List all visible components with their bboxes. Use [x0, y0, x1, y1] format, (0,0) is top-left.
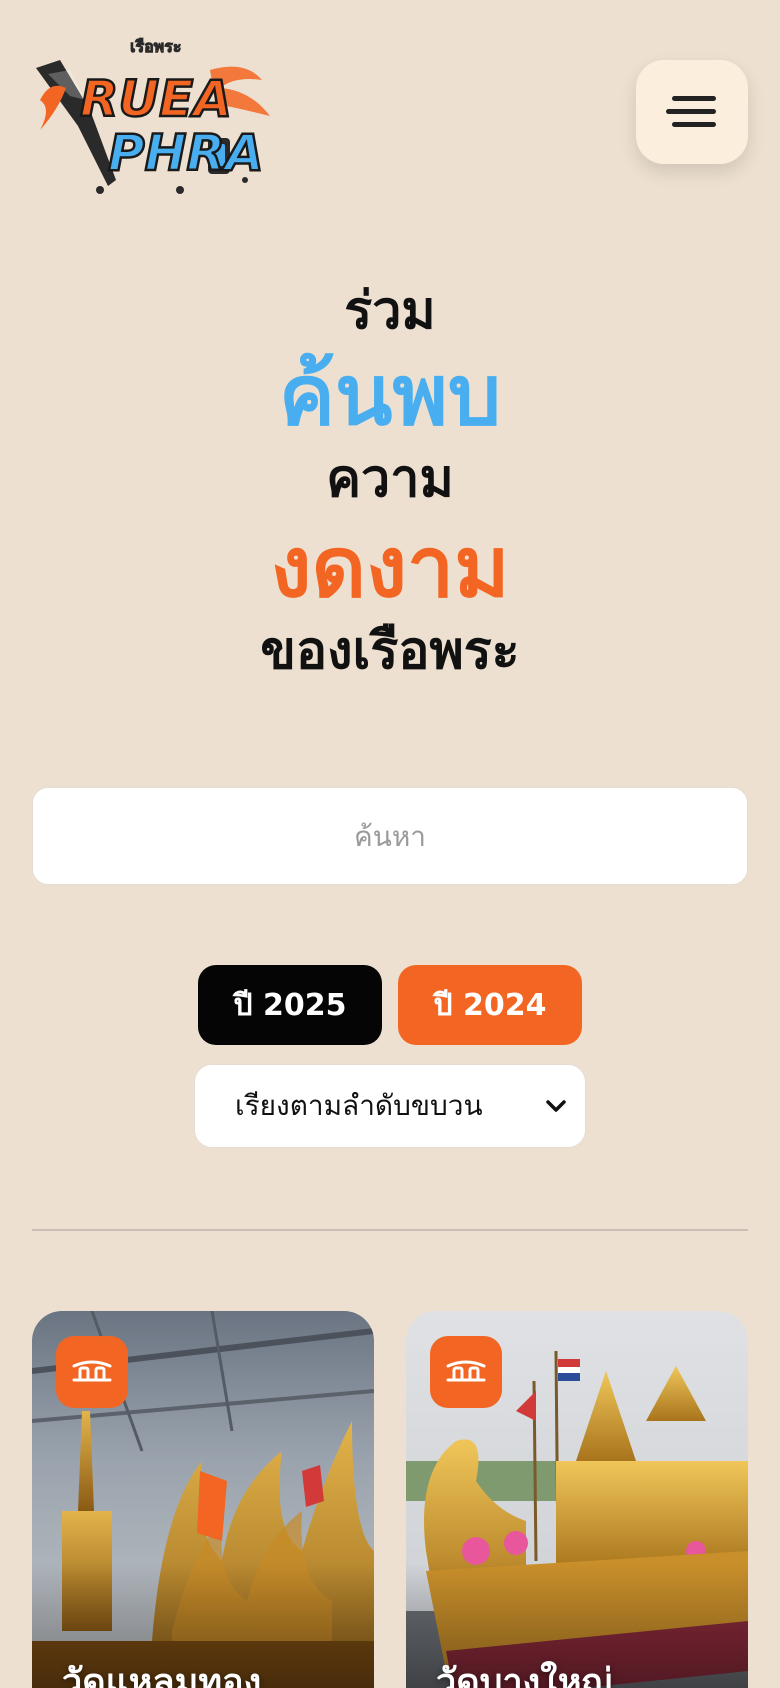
- menu-button[interactable]: [636, 60, 748, 164]
- divider: [32, 1229, 748, 1231]
- year-2024-button[interactable]: ปี 2024: [398, 965, 582, 1045]
- hero-line-3: ความ: [326, 449, 454, 509]
- boat-card[interactable]: วัดแหลมทอง: [32, 1311, 374, 1688]
- boat-badge: [430, 1336, 502, 1408]
- sort-selected-value: เรียงตามลำดับขบวน: [235, 1089, 483, 1122]
- logo-line2: PHRA: [108, 124, 264, 182]
- hero-line-2: ค้นพบ: [278, 346, 502, 444]
- boat-icon: [72, 1360, 112, 1382]
- sort-select[interactable]: เรียงตามลำดับขบวน: [194, 1064, 586, 1148]
- chevron-down-icon: [546, 1100, 566, 1112]
- card-title: วัดบางใหญ่: [436, 1662, 613, 1688]
- hamburger-icon: [666, 96, 716, 127]
- logo-line1: RUEA: [80, 70, 232, 128]
- search-input[interactable]: [32, 787, 748, 885]
- year-filter: ปี 2025 ปี 2024: [0, 965, 780, 1045]
- boat-card[interactable]: วัดบางใหญ่: [406, 1311, 748, 1688]
- hero-heading: ร่วม ค้นพบ ความ งดงาม ของเรือพระ: [0, 285, 780, 695]
- logo[interactable]: เรือพระ RUEA PHRA: [30, 30, 275, 200]
- boat-badge: [56, 1336, 128, 1408]
- hero-line-5: ของเรือพระ: [260, 621, 520, 681]
- card-title: วัดแหลมทอง: [62, 1662, 262, 1688]
- hero-line-4: งดงาม: [270, 518, 510, 616]
- page: เรือพระ RUEA PHRA ร่วม ค้นพบ ความ งดงาม …: [0, 0, 780, 1688]
- logo-small-text: เรือพระ: [130, 37, 181, 56]
- logo-graphic: เรือพระ RUEA PHRA: [36, 37, 270, 194]
- boat-icon: [446, 1360, 486, 1382]
- year-2025-button[interactable]: ปี 2025: [198, 965, 382, 1045]
- hero-line-1: ร่วม: [344, 281, 436, 341]
